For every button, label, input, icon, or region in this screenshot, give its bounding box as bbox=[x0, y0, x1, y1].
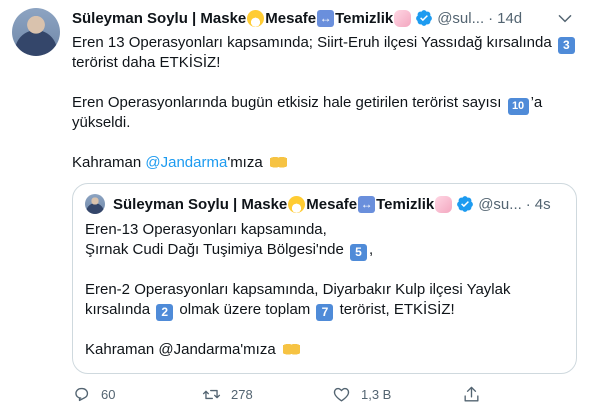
tweet-text-line: yükseldi. bbox=[72, 114, 131, 131]
text-segment: ’a bbox=[530, 94, 543, 111]
quoted-text-line: kırsalında 2 olmak üzere toplam 7 teröri… bbox=[85, 300, 565, 321]
text-segment: Kahraman @Jandarma'mıza bbox=[85, 341, 276, 358]
text-segment: Eren 13 Operasyonları kapsamında; Siirt-… bbox=[72, 34, 552, 51]
quoted-text-line: Şırnak Cudi Dağı Tuşimiya Bölgesi'nde 5, bbox=[85, 240, 565, 261]
retweet-icon bbox=[202, 389, 221, 399]
tweet-header: Süleyman Soylu | Maske Mesafe ↔ Temizlik… bbox=[72, 8, 522, 28]
author-avatar[interactable] bbox=[12, 8, 60, 56]
share-icon bbox=[464, 386, 479, 402]
quoted-author-name-end: Temizlik bbox=[376, 195, 435, 213]
text-segment: kırsalında bbox=[85, 301, 151, 318]
quoted-text-line: Eren-13 Operasyonları kapsamında, bbox=[85, 221, 327, 238]
tweet-text-line: terörist daha ETKİSİZ! bbox=[72, 54, 221, 71]
like-count: 1,3 B bbox=[361, 386, 392, 402]
keycap-number: 7 bbox=[316, 304, 334, 321]
quoted-author-handle: @su... bbox=[478, 195, 522, 213]
verified-badge-icon bbox=[416, 10, 433, 26]
left-right-arrow-emoji: ↔ bbox=[317, 9, 335, 27]
text-segment: terörist, ETKİSİZ! bbox=[339, 301, 455, 318]
left-right-arrow-emoji: ↔ bbox=[358, 195, 376, 213]
mention-link[interactable]: @Jandarma bbox=[145, 154, 227, 171]
like-icon bbox=[333, 387, 350, 402]
soap-emoji bbox=[394, 9, 412, 27]
share-button[interactable] bbox=[462, 385, 491, 404]
text-segment: Eren Operasyonlarında bugün etkisiz hale… bbox=[72, 94, 502, 111]
mask-emoji bbox=[288, 195, 306, 213]
reply-icon bbox=[75, 387, 89, 401]
author-name-end[interactable]: Temizlik bbox=[335, 10, 393, 27]
tweet-text-line: Eren 13 Operasyonları kapsamında; Siirt-… bbox=[72, 33, 577, 54]
tweet-actions: 60 278 1,3 B bbox=[72, 382, 577, 406]
author-name-mid[interactable]: Mesafe bbox=[265, 10, 316, 27]
like-button[interactable]: 1,3 B bbox=[332, 385, 462, 404]
retweet-button[interactable]: 278 bbox=[202, 385, 332, 404]
text-segment: olmak üzere toplam bbox=[179, 301, 311, 318]
retweet-count: 278 bbox=[231, 386, 253, 402]
reply-button[interactable]: 60 bbox=[72, 385, 202, 404]
separator-dot: · bbox=[525, 195, 531, 213]
tweet-text-line: Kahraman @Jandarma'mıza bbox=[72, 153, 577, 173]
quoted-text-line: Eren-2 Operasyonları kapsamında, Diyarba… bbox=[85, 281, 511, 298]
quoted-tweet[interactable]: Süleyman Soylu | Maske Mesafe ↔ Temizlik… bbox=[72, 183, 577, 374]
clapping-hands-emoji bbox=[282, 341, 300, 356]
mask-emoji bbox=[247, 9, 265, 27]
quoted-tweet-header: Süleyman Soylu | Maske Mesafe ↔ Temizlik… bbox=[113, 194, 551, 214]
quoted-tweet-time: 4s bbox=[534, 195, 551, 213]
separator-dot: · bbox=[488, 9, 494, 27]
quoted-text-line: Kahraman @Jandarma'mıza bbox=[85, 340, 565, 360]
soap-emoji bbox=[435, 195, 453, 213]
quoted-author-name-mid: Mesafe bbox=[306, 195, 358, 213]
tweet-time[interactable]: 14d bbox=[497, 10, 522, 27]
author-handle[interactable]: @sul... bbox=[437, 10, 484, 27]
reply-count: 60 bbox=[101, 386, 116, 402]
keycap-number: 5 bbox=[350, 244, 367, 261]
text-segment: Şırnak Cudi Dağı Tuşimiya Bölgesi'nde bbox=[85, 241, 344, 258]
chevron-down-icon[interactable] bbox=[556, 9, 574, 27]
tweet[interactable]: Süleyman Soylu | Maske Mesafe ↔ Temizlik… bbox=[0, 0, 589, 415]
text-segment: 'mıza bbox=[227, 154, 263, 171]
text-segment: Kahraman bbox=[72, 154, 142, 171]
keycap-number: 3 bbox=[557, 37, 575, 54]
quoted-author-avatar bbox=[85, 194, 105, 214]
verified-badge-icon bbox=[457, 196, 474, 212]
keycap-number: 2 bbox=[156, 304, 174, 321]
author-name[interactable]: Süleyman Soylu | Maske bbox=[72, 10, 246, 27]
quoted-author-name: Süleyman Soylu | Maske bbox=[113, 195, 288, 213]
clapping-hands-emoji bbox=[269, 154, 287, 169]
text-segment: , bbox=[369, 241, 374, 258]
tweet-text-line: Eren Operasyonlarında bugün etkisiz hale… bbox=[72, 93, 577, 115]
